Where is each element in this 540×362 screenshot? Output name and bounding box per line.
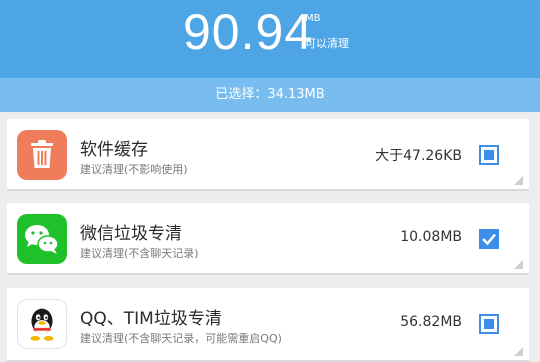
- selected-size-bar: 已选择：34.13MB: [0, 78, 540, 112]
- item-subtitle: 建议清理(不影响使用): [80, 163, 188, 176]
- expand-corner-icon: [514, 347, 523, 356]
- item-title: QQ、TIM垃圾专清: [80, 309, 222, 329]
- trash-icon: [17, 130, 67, 180]
- item-size: 10.08MB: [400, 229, 462, 245]
- qq-icon: [17, 299, 67, 349]
- expand-corner-icon: [514, 260, 523, 269]
- expand-corner-icon: [514, 176, 523, 185]
- cleanable-size-value: 90.94: [183, 4, 314, 60]
- item-checkbox[interactable]: [479, 229, 499, 249]
- item-title: 微信垃圾专清: [80, 224, 182, 244]
- item-size: 大于47.26KB: [375, 148, 462, 164]
- list-item-qq-tim-clean[interactable]: QQ、TIM垃圾专清 建议清理(不含聊天记录，可能需重启QQ) 56.82MB: [7, 288, 529, 362]
- item-checkbox[interactable]: [479, 314, 499, 334]
- item-title: 软件缓存: [80, 140, 148, 160]
- list-item-wechat-clean[interactable]: 微信垃圾专清 建议清理(不含聊天记录) 10.08MB: [7, 203, 529, 275]
- wechat-icon: [17, 214, 67, 264]
- cleanable-size-label: 可以清理: [305, 37, 349, 50]
- item-subtitle: 建议清理(不含聊天记录，可能需重启QQ): [80, 332, 282, 345]
- cleanable-size-unit: MB: [305, 13, 321, 24]
- item-size: 56.82MB: [400, 314, 462, 330]
- list-item-software-cache[interactable]: 软件缓存 建议清理(不影响使用) 大于47.26KB: [7, 119, 529, 191]
- item-subtitle: 建议清理(不含聊天记录): [80, 247, 199, 260]
- summary-header: 90.94 MB 可以清理: [0, 0, 540, 78]
- item-checkbox[interactable]: [479, 145, 499, 165]
